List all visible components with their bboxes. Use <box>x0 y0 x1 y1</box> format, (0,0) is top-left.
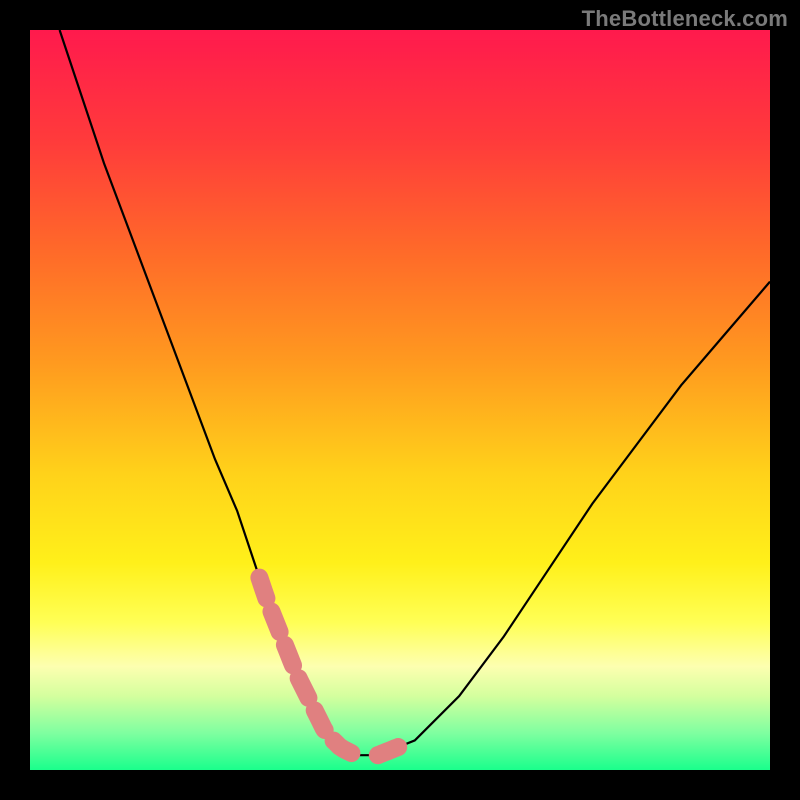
gradient-background <box>30 30 770 770</box>
chart-canvas: TheBottleneck.com <box>0 0 800 800</box>
watermark-text: TheBottleneck.com <box>582 6 788 32</box>
